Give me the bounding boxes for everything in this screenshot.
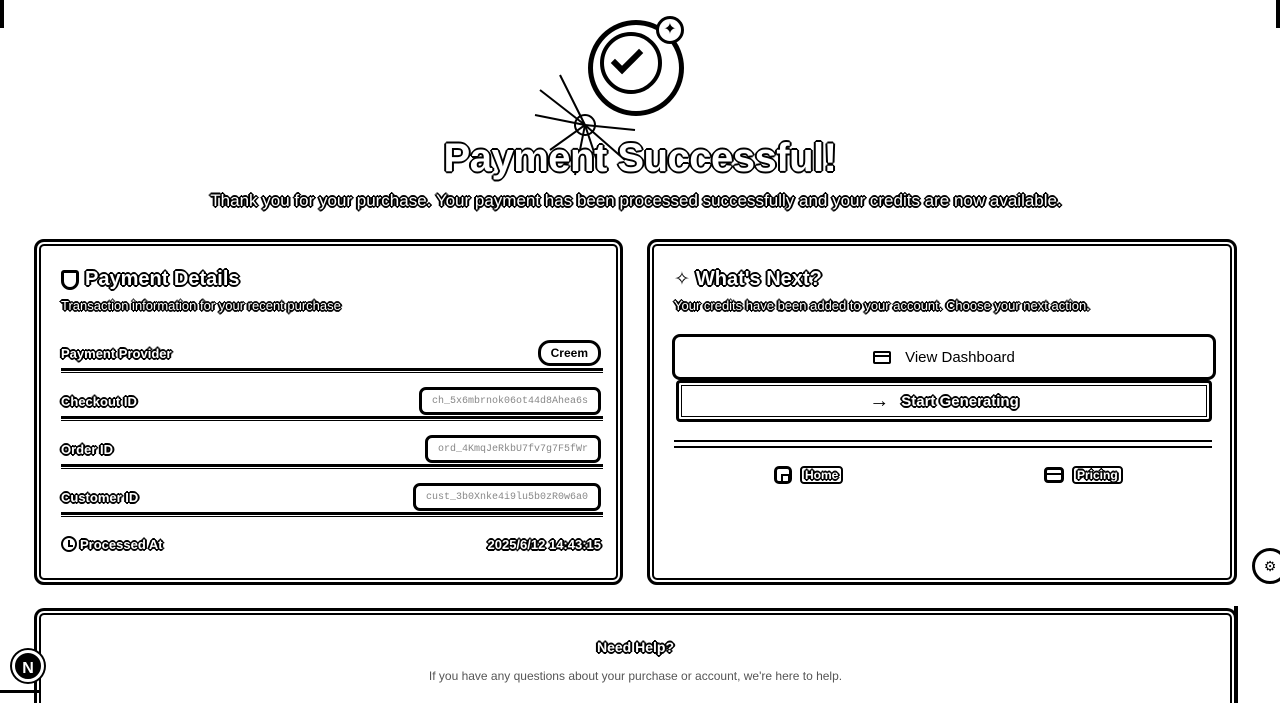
detail-row-provider: Payment Provider Creem bbox=[61, 338, 601, 368]
processed-at-label: Processed At bbox=[61, 536, 163, 552]
help-text: If you have any questions about your pur… bbox=[428, 669, 843, 683]
home-link[interactable]: Home bbox=[774, 466, 844, 484]
left-edge-rule bbox=[0, 0, 4, 28]
nextjs-dev-badge[interactable]: N bbox=[12, 650, 44, 682]
whats-next-description: Your credits have been added to your acc… bbox=[674, 298, 1090, 313]
whats-next-title: What's Next? bbox=[695, 268, 822, 290]
right-edge-rule bbox=[1276, 0, 1280, 28]
success-check-icon: ✦ bbox=[588, 16, 686, 118]
payment-details-title: Payment Details bbox=[85, 268, 240, 290]
page-title: Payment Successful! bbox=[443, 136, 837, 180]
help-card: Need Help? If you have any questions abo… bbox=[34, 608, 1237, 703]
row-divider bbox=[61, 512, 603, 517]
order-id-value[interactable]: ord_4KmqJeRkbU7fv7g7F5fWr bbox=[424, 435, 601, 463]
start-generating-button[interactable]: → Start Generating bbox=[676, 380, 1212, 422]
detail-label: Checkout ID bbox=[61, 393, 137, 409]
start-generating-label: Start Generating bbox=[901, 392, 1019, 410]
view-dashboard-button[interactable]: View Dashboard bbox=[672, 334, 1216, 380]
row-divider bbox=[61, 368, 603, 373]
pricing-icon bbox=[1044, 467, 1064, 483]
checkout-id-value[interactable]: ch_5x6mbrnok06ot44d8Ahea6s bbox=[418, 387, 601, 415]
credit-card-icon bbox=[873, 350, 892, 364]
customer-id-value[interactable]: cust_3b0Xnke4i9lu5b0zR0w6a0 bbox=[412, 483, 601, 511]
payment-details-heading: Payment Details bbox=[61, 268, 240, 291]
pricing-label: Pricing bbox=[1072, 466, 1123, 484]
home-icon bbox=[774, 466, 792, 484]
row-divider bbox=[61, 416, 603, 421]
processed-at-value: 2025/6/12 14:43:15 bbox=[487, 536, 601, 552]
detail-row-processed-at: Processed At 2025/6/12 14:43:15 bbox=[61, 529, 601, 559]
home-label: Home bbox=[800, 466, 844, 484]
detail-row-order-id: Order ID ord_4KmqJeRkbU7fv7g7F5fWr bbox=[61, 434, 601, 464]
sparkle-icon: ✦ bbox=[656, 16, 684, 44]
detail-label: Customer ID bbox=[61, 489, 139, 505]
section-divider bbox=[674, 440, 1212, 448]
clock-icon bbox=[61, 536, 77, 552]
detail-label: Payment Provider bbox=[61, 345, 172, 361]
payment-details-description: Transaction information for your recent … bbox=[61, 298, 341, 313]
shield-icon bbox=[61, 269, 79, 290]
provider-badge: Creem bbox=[537, 340, 601, 366]
side-widget-icon[interactable]: ⚙ bbox=[1252, 548, 1280, 584]
whats-next-card: ✧ What's Next? Your credits have been ad… bbox=[647, 239, 1237, 585]
arrow-right-icon: → bbox=[869, 390, 890, 412]
row-divider bbox=[61, 464, 603, 469]
whats-next-heading: ✧ What's Next? bbox=[674, 268, 822, 291]
sparkles-icon: ✧ bbox=[674, 269, 690, 290]
pricing-link[interactable]: Pricing bbox=[1044, 466, 1123, 484]
detail-row-customer-id: Customer ID cust_3b0Xnke4i9lu5b0zR0w6a0 bbox=[61, 482, 601, 512]
payment-details-card: Payment Details Transaction information … bbox=[34, 239, 623, 585]
view-dashboard-label: View Dashboard bbox=[905, 348, 1015, 366]
left-edge-rule-bottom bbox=[0, 690, 40, 693]
detail-row-checkout-id: Checkout ID ch_5x6mbrnok06ot44d8Ahea6s bbox=[61, 386, 601, 416]
help-title: Need Help? bbox=[596, 639, 674, 655]
page-subtitle: Thank you for your purchase. Your paymen… bbox=[210, 191, 1062, 210]
detail-label: Processed At bbox=[80, 537, 163, 552]
right-edge-rule-bottom bbox=[1234, 606, 1238, 703]
detail-label: Order ID bbox=[61, 441, 114, 457]
